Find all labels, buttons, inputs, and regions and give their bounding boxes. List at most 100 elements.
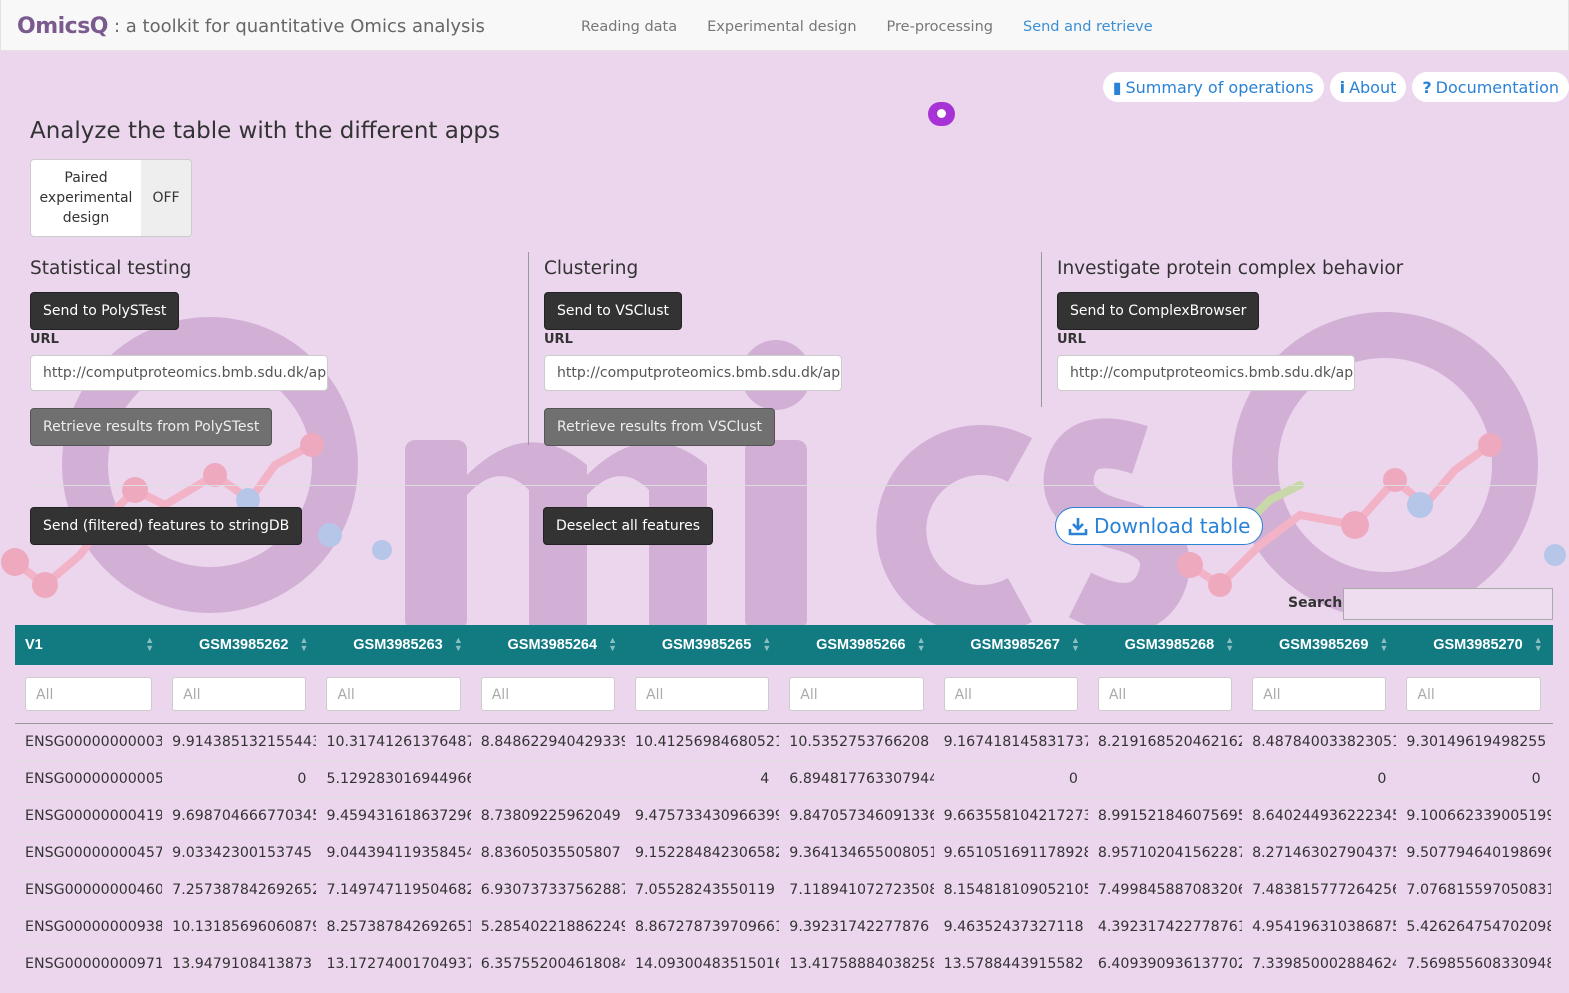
documentation-button[interactable]: ? Documentation (1412, 72, 1569, 102)
column-filter-input[interactable]: All (172, 677, 307, 711)
retrieve-polystest-button[interactable]: Retrieve results from PolySTest (30, 408, 273, 446)
column-header[interactable]: GSM3985263 ▲ ▼ (316, 625, 471, 665)
info-icon: i (1339, 77, 1346, 97)
sort-icon[interactable]: ▲ ▼ (608, 636, 617, 653)
column-filter-input[interactable]: All (1252, 677, 1387, 711)
column-filter-cell: All (316, 665, 471, 724)
column-filter-input[interactable]: All (943, 677, 1078, 711)
value-cell: 9.167418145831737 (933, 723, 1088, 761)
value-cell: 5.129283016944966 (316, 760, 471, 798)
vsclust-url-input[interactable]: http://computproteomics.bmb.sdu.dk/app (544, 355, 842, 391)
column-header[interactable]: GSM3985266 ▲ ▼ (779, 625, 934, 665)
tab-experimental-design[interactable]: Experimental design (692, 0, 871, 50)
value-cell: 8.848622940429339 (470, 723, 626, 761)
column-header[interactable]: GSM3985267 ▲ ▼ (933, 625, 1088, 665)
column-filter-input[interactable]: All (635, 677, 770, 711)
value-cell: 14.09300483515016 (625, 945, 780, 982)
paired-design-toggle[interactable]: Paired experimental design OFF (30, 159, 192, 237)
sort-icon[interactable]: ▲ ▼ (1380, 636, 1389, 653)
section-title: Investigate protein complex behavior (1057, 258, 1404, 279)
complexbrowser-url-input[interactable]: http://computproteomics.bmb.sdu.dk/app (1057, 355, 1355, 391)
table-row[interactable]: ENSG00000000005 0 5.129283016944966 4 6.8948… (15, 760, 1553, 798)
column-header-label: GSM3985264 (507, 637, 598, 653)
send-to-polystest-button[interactable]: Send to PolySTest (30, 292, 180, 330)
about-button[interactable]: i About (1329, 72, 1407, 102)
about-label: About (1349, 77, 1397, 97)
feature-id-cell: ENSG00000000971 (15, 945, 163, 982)
value-cell: 0 (1396, 760, 1551, 798)
sort-icon[interactable]: ▲ ▼ (1225, 636, 1234, 653)
omicsq-logo[interactable]: OmicsQ (17, 14, 109, 39)
value-cell: 8.487840033823051 (1242, 723, 1397, 761)
tab-pre-processing[interactable]: Pre-processing (872, 0, 1008, 50)
column-filter-cell: All (15, 665, 163, 724)
column-header-label: GSM3985269 (1278, 637, 1369, 653)
value-cell: 8.271463027904375 (1242, 834, 1397, 872)
column-header[interactable]: GSM3985269 ▲ ▼ (1242, 625, 1397, 665)
column-filter-input[interactable]: All (326, 677, 461, 711)
column-filter-input[interactable]: All (1097, 677, 1233, 711)
sort-icon[interactable]: ▲ ▼ (300, 636, 309, 653)
send-to-vsclust-button[interactable]: Send to VSClust (544, 292, 682, 330)
column-filter-input[interactable]: All (480, 677, 616, 711)
nav-tabs: Reading data Experimental design Pre-pro… (566, 0, 1168, 50)
column-header[interactable]: V1 ▲ ▼ (15, 625, 163, 665)
column-header[interactable]: GSM3985262 ▲ ▼ (162, 625, 317, 665)
column-filter-cell: All (162, 665, 317, 724)
toggle-state[interactable]: OFF (141, 160, 191, 236)
value-cell: 9. (1550, 797, 1553, 835)
value-cell: 10 (1550, 723, 1553, 761)
brand[interactable]: OmicsQ : a toolkit for quantitative Omic… (17, 12, 485, 40)
column-header-label: GSM3985262 (198, 637, 289, 653)
value-cell: 6.894817763307944 (779, 760, 934, 798)
column-header[interactable]: ▲▼ (1550, 625, 1553, 665)
column-filter-cell: All (1087, 665, 1243, 724)
tab-reading-data[interactable]: Reading data (566, 0, 692, 50)
send-to-complexbrowser-button[interactable]: Send to ComplexBrowser (1057, 292, 1260, 330)
column-header[interactable]: GSM3985265 ▲ ▼ (625, 625, 780, 665)
value-cell: 13.17274001704937 (316, 945, 471, 982)
value-cell: 6.9 (1550, 871, 1553, 909)
question-icon: ? (1422, 77, 1432, 97)
download-table-button[interactable]: Download table (1055, 507, 1264, 545)
sort-icon[interactable]: ▲ ▼ (454, 636, 463, 653)
column-filter-input[interactable]: All (25, 677, 153, 711)
table-search-input[interactable] (1343, 588, 1553, 620)
sort-icon[interactable]: ▲ ▼ (917, 636, 926, 653)
value-cell: 4.954196310386875 (1242, 908, 1397, 946)
book-icon: ▮ (1112, 77, 1122, 97)
sort-icon[interactable]: ▲ ▼ (145, 636, 154, 653)
send-to-stringdb-button[interactable]: Send (filtered) features to stringDB (30, 507, 303, 545)
url-label: URL (544, 332, 573, 347)
table-row[interactable]: ENSG00000000419 9.698704666770345 9.459431… (15, 797, 1553, 835)
column-header[interactable]: GSM3985270 ▲ ▼ (1396, 625, 1551, 665)
sort-icon[interactable]: ▲ ▼ (1071, 636, 1080, 653)
column-filter-input[interactable]: All (1406, 677, 1541, 711)
column-filter-input[interactable]: All (789, 677, 924, 711)
info-badge-icon[interactable] (928, 102, 955, 126)
value-cell: 4 (625, 760, 780, 798)
table-header-row: V1 ▲ ▼ GSM3985262 ▲ ▼ GSM3985263 ▲ ▼ GSM3985264 ▲ ▼… (15, 625, 1553, 665)
value-cell: 8.154818109052105 (933, 871, 1088, 909)
value-cell: 10.41256984680521 (625, 723, 780, 761)
sort-icon[interactable]: ▲ ▼ (1534, 636, 1543, 653)
statistical-testing-section: Statistical testing Send to PolySTest UR… (30, 258, 328, 446)
deselect-all-button[interactable]: Deselect all features (543, 507, 714, 545)
value-cell: 9.46352437327118 (933, 908, 1088, 946)
polystest-url-input[interactable]: http://computproteomics.bmb.sdu.dk/app (30, 355, 328, 391)
documentation-label: Documentation (1435, 77, 1559, 97)
column-header[interactable]: GSM3985264 ▲ ▼ (470, 625, 626, 665)
column-header-label: GSM3985267 (970, 637, 1060, 653)
sort-icon[interactable]: ▲ ▼ (762, 636, 771, 653)
table-row[interactable]: ENSG00000000460 7.257387842692652 7.149747… (15, 871, 1553, 909)
column-header[interactable]: GSM3985268 ▲ ▼ (1087, 625, 1243, 665)
summary-of-operations-button[interactable]: ▮ Summary of operations (1102, 72, 1324, 102)
table-row[interactable]: ENSG00000000457 9.03342300153745 9.0443941… (15, 834, 1553, 872)
retrieve-vsclust-button[interactable]: Retrieve results from VSClust (544, 408, 775, 446)
table-row[interactable]: ENSG00000000938 10.13185696060879 8.257387… (15, 908, 1553, 946)
column-header-label: GSM3985265 (661, 637, 752, 653)
table-row[interactable]: ENSG00000000003 9.914385132155443 10.31741… (15, 723, 1553, 761)
table-row[interactable]: ENSG00000000971 13.9479108413873 13.172740… (15, 945, 1553, 982)
tab-send-and-retrieve[interactable]: Send and retrieve (1008, 0, 1168, 50)
value-cell: 7.118941072723508 (779, 871, 934, 909)
